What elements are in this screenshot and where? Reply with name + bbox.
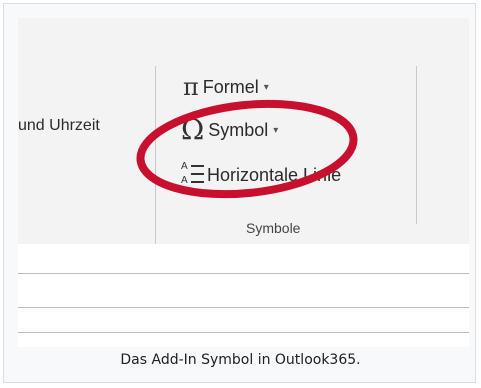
symbol-button[interactable]: Ω Symbol ▾: [181, 113, 279, 146]
outlook-screenshot: und Uhrzeit π Formel ▾ Ω Symbol ▾ AA Hor…: [18, 18, 469, 347]
divider-line: [18, 273, 469, 274]
horizontal-line-button[interactable]: AA Horizontale Linie: [181, 161, 341, 189]
figure-frame: und Uhrzeit π Formel ▾ Ω Symbol ▾ AA Hor…: [3, 3, 476, 383]
figure-caption: Das Add-In Symbol in Outlook365.: [120, 352, 361, 368]
horizontal-line-icon: AA: [181, 161, 205, 189]
message-body[interactable]: [18, 244, 469, 347]
omega-icon: Ω: [181, 113, 205, 146]
horizontal-line-label: Horizontale Linie: [207, 164, 342, 185]
date-time-button-label[interactable]: und Uhrzeit: [18, 117, 100, 135]
chevron-down-icon: ▾: [263, 81, 269, 93]
pi-icon: π: [183, 73, 199, 101]
formel-label: Formel: [202, 76, 259, 97]
divider-line: [18, 307, 469, 308]
divider-line: [18, 332, 469, 333]
chevron-down-icon: ▾: [273, 124, 279, 136]
formel-button[interactable]: π Formel ▾: [183, 74, 269, 100]
symbol-label: Symbol: [208, 119, 269, 140]
group-label-symbole: Symbole: [246, 220, 301, 236]
ribbon: und Uhrzeit π Formel ▾ Ω Symbol ▾ AA Hor…: [18, 18, 469, 244]
group-separator: [416, 66, 417, 224]
group-separator: [155, 66, 156, 244]
